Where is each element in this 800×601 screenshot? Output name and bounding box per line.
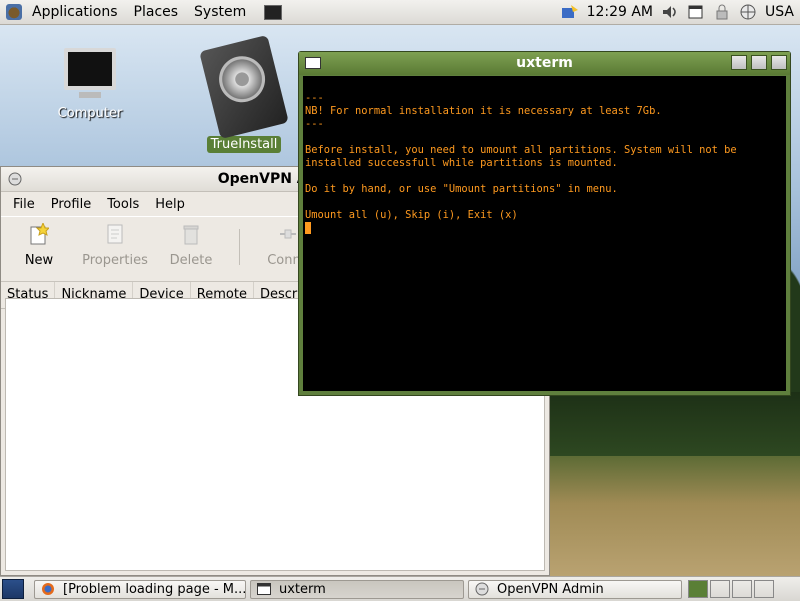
desktop-grass: [550, 456, 800, 576]
computer-icon: [64, 48, 116, 90]
menu-profile[interactable]: Profile: [43, 197, 99, 212]
terminal-output[interactable]: --- NB! For normal installation it is nec…: [303, 76, 786, 391]
properties-label: Properties: [82, 253, 148, 268]
terminal-line: Before install, you need to umount all p…: [305, 144, 737, 156]
task-firefox[interactable]: [Problem loading page - M...: [34, 579, 246, 599]
update-notifier-icon[interactable]: [561, 4, 579, 20]
new-button[interactable]: New: [1, 221, 77, 268]
lock-icon[interactable]: [713, 4, 731, 20]
workspace-2[interactable]: [710, 580, 730, 598]
workspace-1[interactable]: [688, 580, 708, 598]
openvpn-icon: [8, 172, 22, 186]
toolbar-separator: [239, 229, 240, 265]
terminal-line: installed successfull while partitions i…: [305, 157, 618, 169]
distro-logo-icon[interactable]: [6, 4, 22, 20]
network-globe-icon[interactable]: [739, 4, 757, 20]
terminal-launcher-icon[interactable]: [264, 4, 283, 20]
top-panel: Applications Places System 12:29 AM USA: [0, 0, 800, 25]
connect-icon: [280, 229, 296, 239]
workspace-4[interactable]: [754, 580, 774, 598]
terminal-line: ---: [305, 92, 324, 104]
minimize-button[interactable]: [731, 55, 747, 70]
delete-label: Delete: [169, 253, 213, 268]
keyboard-layout-indicator[interactable]: USA: [765, 4, 794, 20]
terminal-line: ---: [305, 118, 324, 130]
task-label: uxterm: [279, 581, 326, 597]
properties-icon: [107, 224, 123, 244]
uxterm-title: uxterm: [516, 55, 573, 71]
new-icon: [30, 221, 51, 245]
volume-icon[interactable]: [661, 4, 679, 20]
task-label: [Problem loading page - M...: [63, 581, 246, 597]
bottom-panel: [Problem loading page - M... uxterm Open…: [0, 576, 800, 601]
delete-icon: [183, 225, 199, 245]
menu-system[interactable]: System: [186, 0, 254, 24]
close-button[interactable]: [771, 55, 787, 70]
window-list-icon[interactable]: [687, 4, 705, 20]
properties-button[interactable]: Properties: [77, 223, 153, 268]
menu-file[interactable]: File: [5, 197, 43, 212]
terminal-line: Do it by hand, or use "Umount partitions…: [305, 183, 618, 195]
terminal-line: Umount all (u), Skip (i), Exit (x): [305, 209, 518, 221]
desktop-icon-computer[interactable]: Computer: [42, 48, 138, 121]
terminal-icon: [257, 583, 271, 595]
show-desktop-button[interactable]: [2, 579, 24, 599]
menu-places[interactable]: Places: [126, 0, 187, 24]
terminal-line: ​: [305, 170, 784, 183]
harddisk-icon: [199, 34, 289, 140]
desktop-icon-trueinstall[interactable]: TrueInstall: [196, 34, 292, 153]
menu-help[interactable]: Help: [147, 197, 193, 212]
openvpn-icon: [475, 582, 489, 596]
firefox-icon: [42, 583, 54, 595]
terminal-line: ​: [305, 131, 784, 144]
task-openvpn[interactable]: OpenVPN Admin: [468, 579, 682, 599]
menu-tools[interactable]: Tools: [99, 197, 147, 212]
terminal-cursor: [305, 222, 311, 234]
desktop-icon-label: TrueInstall: [206, 136, 282, 153]
task-uxterm[interactable]: uxterm: [250, 579, 464, 599]
terminal-line: ​: [305, 196, 784, 209]
delete-button[interactable]: Delete: [153, 223, 229, 268]
workspace-3[interactable]: [732, 580, 752, 598]
menu-applications[interactable]: Applications: [24, 0, 126, 24]
task-label: OpenVPN Admin: [497, 581, 604, 597]
maximize-button[interactable]: [751, 55, 767, 70]
new-label: New: [24, 253, 54, 268]
uxterm-window: uxterm --- NB! For normal installation it…: [298, 51, 791, 396]
terminal-window-icon: [305, 57, 321, 69]
uxterm-titlebar[interactable]: uxterm: [299, 52, 790, 75]
clock[interactable]: 12:29 AM: [587, 4, 653, 20]
desktop-icon-label: Computer: [57, 106, 123, 121]
terminal-line: NB! For normal installation it is necess…: [305, 105, 662, 117]
